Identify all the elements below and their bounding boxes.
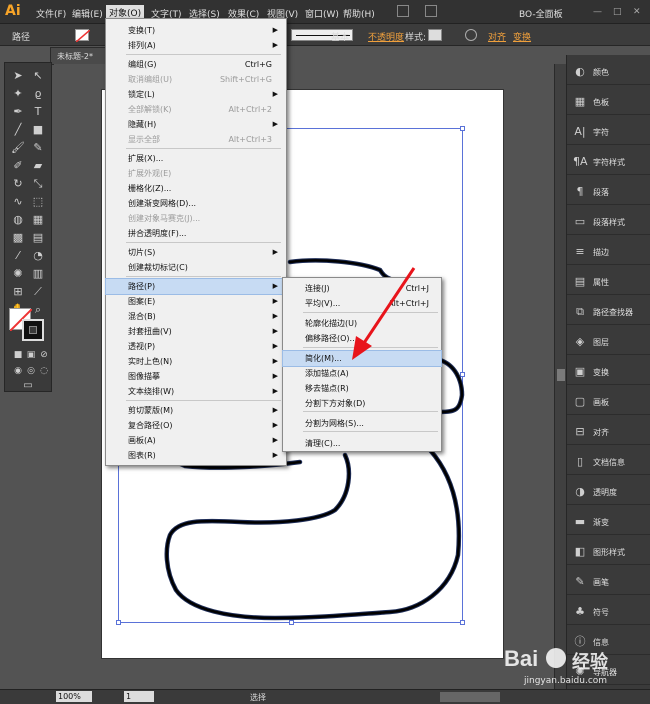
watermark: Bai 经验 jingyan.baidu.com [490,640,650,700]
watermark-url: jingyan.baidu.com [524,676,608,686]
watermark-brand: Bai [504,646,539,671]
paw-icon [546,648,566,668]
annotation-arrow [352,267,416,360]
watermark-brand2: 经验 [572,652,608,673]
